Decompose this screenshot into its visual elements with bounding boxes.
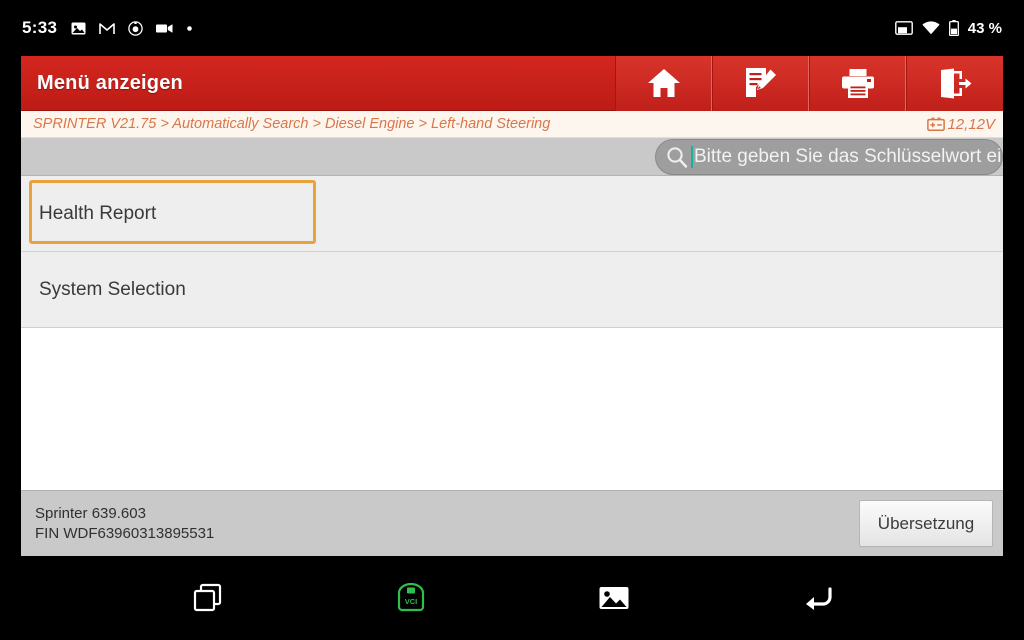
translate-button[interactable]: Übersetzung — [859, 500, 993, 547]
android-status-bar: 5:33 43 % — [0, 0, 1024, 56]
vci-connector-icon: VCI — [397, 583, 424, 612]
menu-item-label: System Selection — [39, 278, 186, 300]
status-clock: 5:33 — [22, 18, 58, 37]
text-caret — [691, 146, 693, 168]
menu-item-system-selection[interactable]: System Selection — [21, 252, 1003, 328]
back-arrow-icon — [805, 587, 832, 610]
search-placeholder: Bitte geben Sie das Schlüsselwort ein — [694, 146, 1003, 167]
menu-item-health-report[interactable]: Health Report — [21, 176, 1003, 252]
gallery-button[interactable] — [556, 585, 671, 611]
cast-icon — [894, 20, 913, 35]
recent-apps-icon — [193, 583, 221, 612]
battery-voltage-icon — [927, 117, 946, 131]
search-bar-row: Bitte geben Sie das Schlüsselwort ein — [21, 138, 1003, 176]
wifi-icon — [922, 21, 940, 35]
exit-icon — [941, 68, 972, 98]
battery-icon — [948, 20, 959, 36]
image-icon — [599, 587, 628, 609]
menu-list: Health Report System Selection — [21, 176, 1003, 517]
gmail-icon — [99, 22, 116, 34]
report-button[interactable] — [712, 56, 809, 111]
back-button[interactable] — [759, 585, 874, 611]
list-empty-area — [21, 328, 1003, 517]
vehicle-info-footer: Sprinter 639.603 FIN WDF63960313895531 Ü… — [21, 490, 1003, 556]
video-icon — [156, 23, 173, 33]
android-nav-bar: VCI — [0, 556, 1024, 640]
home-icon — [647, 68, 680, 97]
recent-apps-button[interactable] — [150, 583, 265, 613]
app-title-bar: Menü anzeigen — [21, 56, 1003, 111]
status-system-icons: 43 % — [894, 19, 1002, 37]
vehicle-model-label: Sprinter 639.603 — [35, 504, 146, 522]
vehicle-info: Sprinter 639.603 FIN WDF63960313895531 — [35, 505, 214, 543]
breadcrumb[interactable]: SPRINTER V21.75 > Automatically Search >… — [33, 116, 550, 132]
breadcrumb-bar: SPRINTER V21.75 > Automatically Search >… — [21, 111, 1003, 138]
printer-icon — [841, 68, 874, 98]
status-notification-icons — [71, 20, 193, 36]
search-icon — [667, 147, 688, 168]
print-button[interactable] — [809, 56, 906, 111]
exit-button[interactable] — [906, 56, 1003, 111]
tablet-device: 5:33 43 % Menü anzeigen SPRINTER V21.75 … — [0, 0, 1024, 640]
home-button[interactable] — [615, 56, 712, 111]
search-input[interactable]: Bitte geben Sie das Schlüsselwort ein — [655, 139, 1003, 175]
edit-report-icon — [745, 68, 776, 97]
menu-item-label: Health Report — [39, 202, 157, 224]
voltage-label: 12,12V — [947, 115, 995, 133]
dot-icon — [187, 25, 193, 31]
vci-button[interactable]: VCI — [353, 583, 468, 613]
vehicle-vin-label: FIN WDF63960313895531 — [35, 525, 215, 542]
voltage-indicator: 12,12V — [927, 116, 995, 133]
page-title: Menü anzeigen — [37, 71, 183, 94]
svg-text:VCI: VCI — [404, 597, 417, 606]
title-bar-actions — [615, 56, 1003, 111]
battery-percent-label: 43 % — [967, 19, 1002, 37]
screenshot-icon — [71, 22, 86, 34]
diagnostic-app-window: Menü anzeigen SPRINTER V21.75 > Automati… — [21, 56, 1003, 556]
app-circle-icon — [128, 20, 143, 36]
